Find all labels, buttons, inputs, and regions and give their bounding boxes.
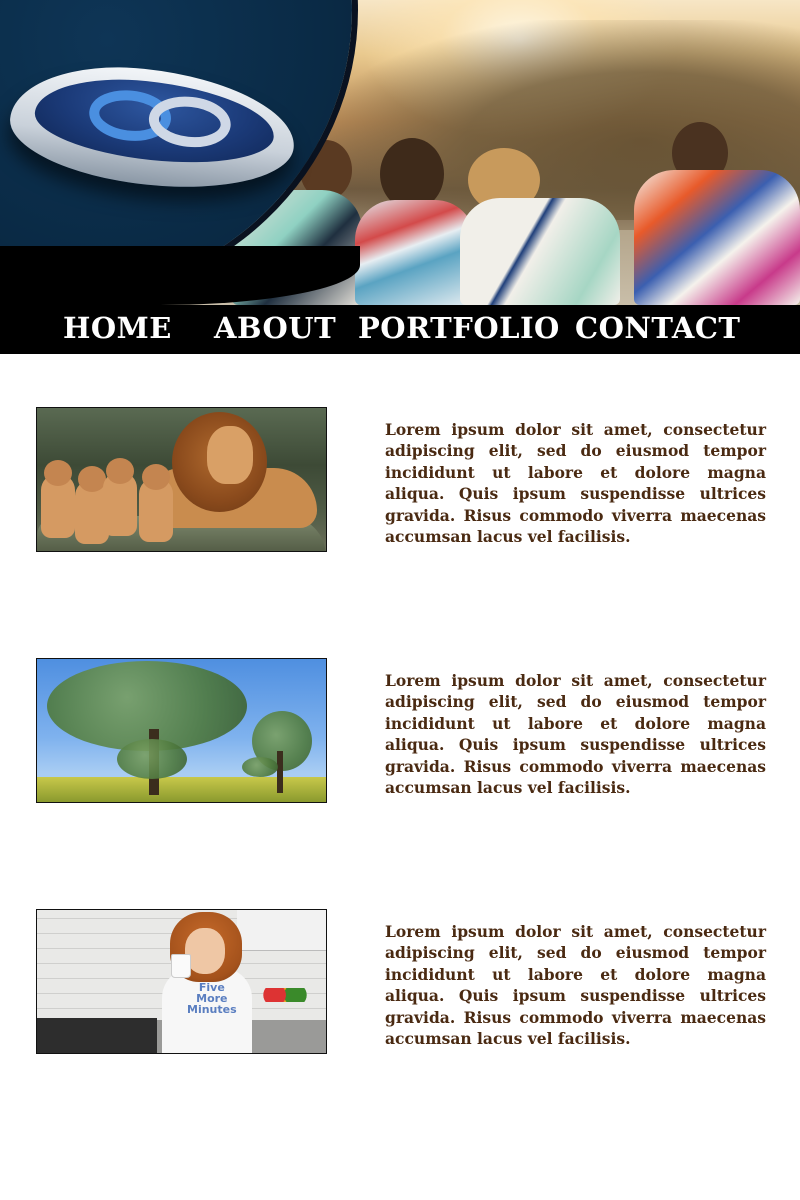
nav-contact[interactable]: CONTACT	[575, 308, 741, 348]
item-description: Lorem ipsum dolor sit amet, consectetur …	[385, 921, 766, 1049]
item-description: Lorem ipsum dolor sit amet, consectetur …	[385, 419, 766, 547]
woman-drinking-coffee-photo[interactable]: Five More Minutes	[36, 909, 327, 1054]
item-description: Lorem ipsum dolor sit amet, consectetur …	[385, 670, 766, 798]
nav-home[interactable]: HOME	[63, 308, 172, 348]
fruit-bowl	[259, 988, 311, 1002]
content-row-1: Lorem ipsum dolor sit amet, consectetur …	[0, 407, 800, 557]
content-row-2: Lorem ipsum dolor sit amet, consectetur …	[0, 658, 800, 808]
nav-about[interactable]: ABOUT	[214, 308, 336, 348]
lion-with-cubs-photo[interactable]	[36, 407, 327, 552]
cub	[41, 460, 75, 538]
cub	[139, 464, 173, 542]
cub	[103, 458, 137, 536]
nav-portfolio[interactable]: PORTFOLIO	[358, 308, 560, 348]
hero-banner	[0, 0, 800, 305]
fedora-infinity-icon	[89, 90, 231, 148]
main-navigation: HOME ABOUT PORTFOLIO CONTACT	[0, 305, 800, 354]
coffee-mug	[171, 954, 191, 978]
trees-in-field-photo[interactable]	[36, 658, 327, 803]
content-row-3: Five More Minutes Lorem ipsum dolor sit am…	[0, 909, 800, 1059]
shirt-print: Five More Minutes	[187, 981, 237, 1016]
